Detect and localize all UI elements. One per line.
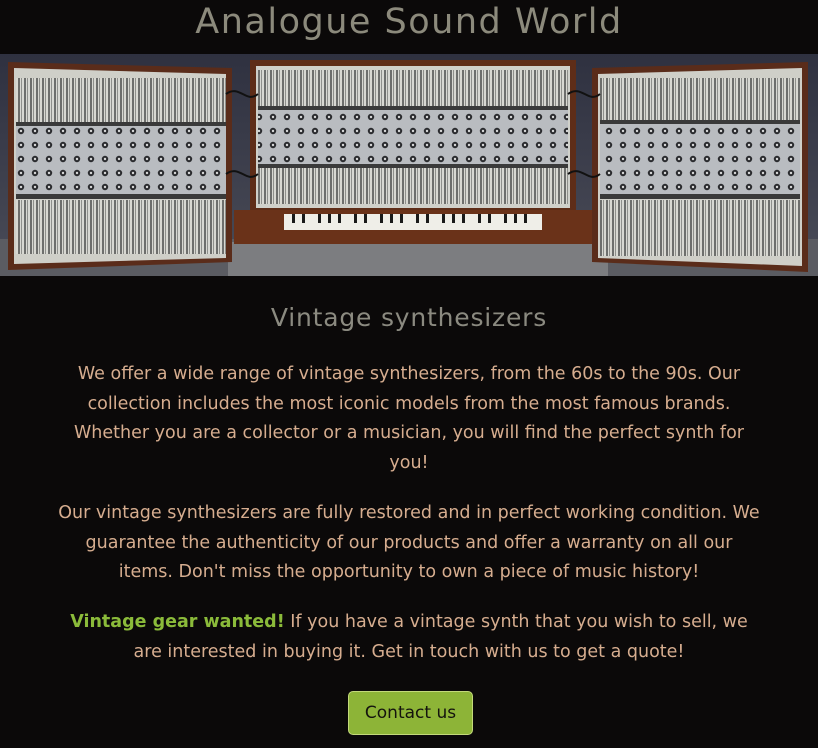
contact-button[interactable]: Contact us (348, 691, 473, 735)
restoration-paragraph: Our vintage synthesizers are fully resto… (58, 503, 760, 582)
hero-image (0, 54, 818, 276)
intro-paragraph: We offer a wide range of vintage synthes… (74, 364, 744, 473)
wanted-paragraph: Vintage gear wanted! If you have a vinta… (56, 608, 762, 667)
site-title: Analogue Sound World (195, 2, 623, 42)
section-heading: Vintage synthesizers (270, 303, 548, 332)
wanted-highlight: Vintage gear wanted! (70, 612, 285, 632)
